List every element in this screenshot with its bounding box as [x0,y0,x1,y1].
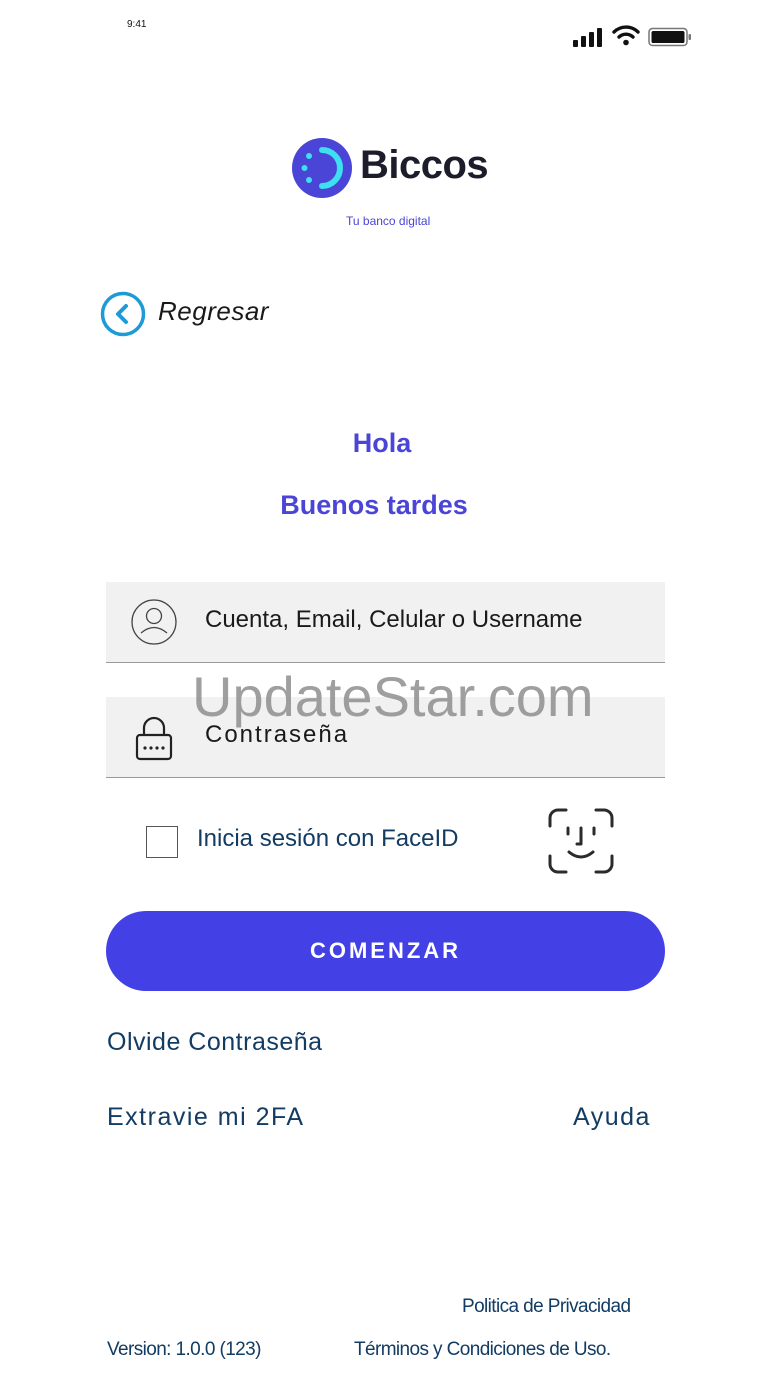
cellular-signal-icon [573,28,602,47]
username-field[interactable]: Cuenta, Email, Celular o Username [106,582,665,663]
back-arrow-icon[interactable] [100,291,146,337]
status-time: 9:41 [127,19,147,30]
back-button[interactable]: Regresar [158,296,269,327]
privacy-policy-link[interactable]: Politica de Privacidad [462,1296,631,1318]
username-placeholder: Cuenta, Email, Celular o Username [205,606,583,633]
faceid-checkbox[interactable] [146,826,178,858]
terms-link[interactable]: Términos y Condiciones de Uso. [354,1339,611,1361]
faceid-icon[interactable] [546,806,616,876]
help-link[interactable]: Ayuda [573,1103,651,1132]
biccos-logo-icon [292,138,352,198]
forgot-password-link[interactable]: Olvide Contraseña [107,1028,323,1057]
faceid-label[interactable]: Inicia sesión con FaceID [197,825,458,853]
wifi-icon [612,25,640,46]
greeting-hello: Hola [352,428,412,458]
watermark: UpdateStar.com [192,665,594,728]
version-label: Version: 1.0.0 (123) [107,1339,261,1360]
user-icon [131,599,177,645]
greeting-message: Buenos tardes [280,490,468,520]
lock-icon [135,716,173,761]
submit-button[interactable]: COMENZAR [106,911,665,991]
lost-2fa-link[interactable]: Extravie mi 2FA [107,1103,305,1132]
brand-tagline: Tu banco digital [346,214,431,228]
brand-name: Biccos [360,143,489,187]
battery-icon [648,27,691,47]
